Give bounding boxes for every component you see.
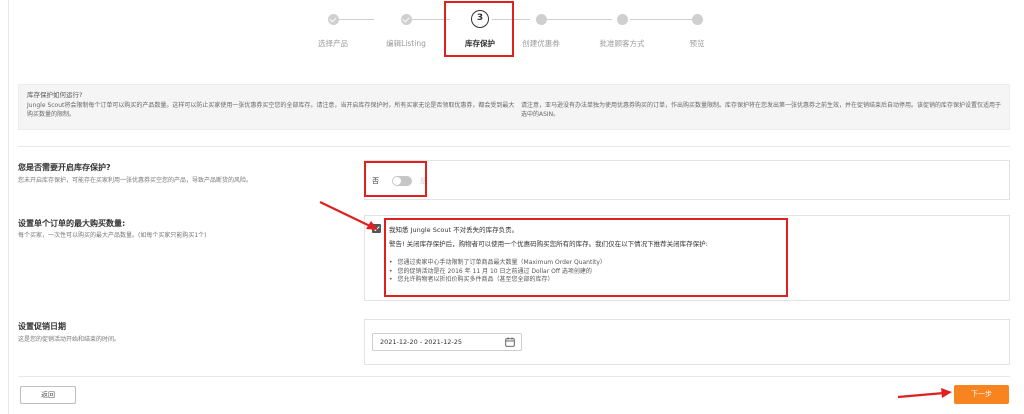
step-label-create-coupon: 创建优惠券 <box>522 39 560 48</box>
step-label-edit-listing[interactable]: 编辑Listing <box>386 38 426 49</box>
step-connector <box>334 19 374 20</box>
date-range-input[interactable]: 2021-12-20 - 2021-12-25 <box>372 333 522 351</box>
section-divider <box>18 146 1010 147</box>
max-quantity-description: 每个买家，一次性可以购买的最大产品数量。(如每个买家只能购买1个) <box>18 232 207 239</box>
info-question: 库存保护如何运行? <box>27 91 83 99</box>
annotation-arrow-icon <box>319 201 378 230</box>
step-connector <box>630 19 695 20</box>
step-connector <box>542 19 612 20</box>
protection-title: 您是否需要开启库存保护? <box>18 163 111 172</box>
left-divider <box>8 0 9 414</box>
calendar-icon[interactable] <box>505 337 515 347</box>
promotion-wizard-page: 3 选择产品 编辑Listing 库存保护 创建优惠券 批准顾客方式 预览 库存… <box>0 0 1024 414</box>
dates-title: 设置促销日期 <box>18 322 66 331</box>
step-highlight-box <box>444 1 514 57</box>
info-paragraph-left: Jungle Scout将会限制每个订单可以购买的产品数量。这样可以防止买家使用… <box>27 102 515 118</box>
toggle-highlight-box <box>364 161 427 197</box>
protection-panel <box>364 160 1010 200</box>
step-6-dot <box>692 14 703 25</box>
info-box: 库存保护如何运行? Jungle Scout将会限制每个订单可以购买的产品数量。… <box>18 84 1010 130</box>
step-label-select-product[interactable]: 选择产品 <box>318 38 348 49</box>
next-step-button[interactable]: 下一步 <box>954 385 1009 404</box>
back-button[interactable]: 返回 <box>20 386 76 404</box>
step-label-preview: 预览 <box>689 39 705 48</box>
dates-description: 这是您的促销活动开始和结束的时间。 <box>18 336 121 343</box>
protection-description: 您未开启库存保护，可能存在买家利用一张优惠券买空您的产品，导致产品断货的风险。 <box>18 177 253 184</box>
next-arrow-annotation-icon <box>897 388 952 399</box>
step-5-dot <box>617 14 628 25</box>
footer-divider <box>18 376 1010 377</box>
step-1-check-icon <box>328 14 339 25</box>
warning-highlight-box <box>384 218 788 297</box>
step-4-dot <box>536 14 547 25</box>
max-quantity-title: 设置单个订单的最大购买数量: <box>18 219 126 228</box>
step-2-check-icon <box>401 14 412 25</box>
date-range-value: 2021-12-20 - 2021-12-25 <box>380 338 463 346</box>
step-label-approval-method: 批准顾客方式 <box>599 39 645 48</box>
info-paragraph-right: 请注意，亚马逊没有办法单独为使用优惠券购买的订单，作出购买数量限制。库存保护将在… <box>521 102 1002 118</box>
